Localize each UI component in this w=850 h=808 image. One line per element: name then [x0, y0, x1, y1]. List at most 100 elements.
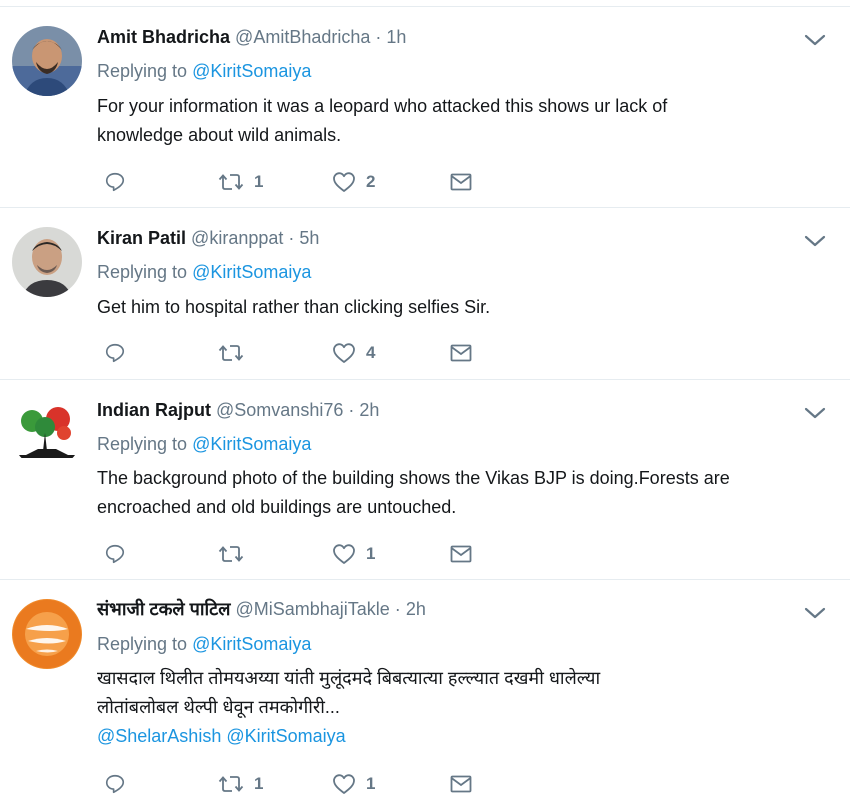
tweet-text-line: The background photo of the building sho… [97, 468, 730, 488]
tweet-header: Amit Bhadricha @AmitBhadricha · 1h [97, 25, 406, 49]
retweet-icon [218, 776, 244, 792]
separator-dot: · [348, 400, 355, 420]
display-name[interactable]: संभाजी टकले पाटिल [97, 599, 230, 619]
like-count: 4 [366, 343, 376, 362]
mention-link[interactable]: @KiritSomaiya [192, 61, 311, 81]
mention-link[interactable]: @KiritSomaiya [192, 634, 311, 654]
like-button[interactable]: 1 [332, 541, 375, 567]
reply-icon [105, 774, 125, 794]
tweet-text: खासदाल थिलीत तोमयअय्या यांती मुलूंदमदे ब… [97, 664, 797, 722]
mention-link[interactable]: @KiritSomaiya [192, 434, 311, 454]
user-handle[interactable]: @Somvanshi76 [216, 400, 343, 420]
display-name[interactable]: Kiran Patil [97, 228, 186, 248]
tweet-text-line: knowledge about wild animals. [97, 125, 342, 145]
heart-icon [333, 343, 355, 363]
reply-button[interactable] [104, 771, 126, 797]
tweet-mentions: @ShelarAshish @KiritSomaiya [97, 726, 346, 747]
envelope-icon [450, 344, 472, 362]
timestamp[interactable]: 2h [359, 400, 379, 420]
reply-icon [105, 172, 125, 192]
retweet-button[interactable]: 1 [218, 169, 263, 195]
avatar-image [12, 599, 82, 669]
retweet-button[interactable] [218, 541, 254, 567]
replying-to-label: Replying to [97, 634, 193, 654]
tweet-text-line: For your information it was a leopard wh… [97, 96, 668, 116]
separator-dot: · [394, 599, 401, 619]
mention-link[interactable]: @KiritSomaiya [192, 262, 311, 282]
like-button[interactable]: 1 [332, 771, 375, 797]
direct-message-button[interactable] [450, 541, 472, 567]
replying-to-label: Replying to [97, 262, 193, 282]
retweet-icon [218, 174, 244, 190]
avatar[interactable] [12, 227, 82, 297]
like-count: 2 [366, 172, 376, 191]
mention-links[interactable]: @ShelarAshish @KiritSomaiya [97, 726, 346, 746]
user-handle[interactable]: @AmitBhadricha [235, 27, 370, 47]
tweet-text-line: encroached and old buildings are untouch… [97, 497, 457, 517]
replying-to: Replying to @KiritSomaiya [97, 634, 311, 655]
user-handle[interactable]: @kiranppat [191, 228, 283, 248]
tweet[interactable]: Indian Rajput @Somvanshi76 · 2h Replying… [0, 380, 850, 580]
direct-message-button[interactable] [450, 169, 472, 195]
tweet[interactable]: Kiran Patil @kiranppat · 5h Replying to … [0, 208, 850, 380]
replying-to: Replying to @KiritSomaiya [97, 434, 311, 455]
display-name[interactable]: Amit Bhadricha [97, 27, 230, 47]
separator-dot: · [288, 228, 295, 248]
chevron-down-icon[interactable] [804, 406, 826, 420]
avatar-image [12, 227, 82, 297]
envelope-icon [450, 545, 472, 563]
reply-button[interactable] [104, 169, 126, 195]
tweet-text-line: Get him to hospital rather than clicking… [97, 297, 491, 317]
chevron-down-icon[interactable] [804, 606, 826, 620]
reply-icon [105, 343, 125, 363]
tweet-header: Kiran Patil @kiranppat · 5h [97, 226, 319, 250]
reply-feed: Amit Bhadricha @AmitBhadricha · 1h Reply… [0, 0, 850, 808]
replying-to-label: Replying to [97, 434, 193, 454]
tweet-header: संभाजी टकले पाटिल @MiSambhajiTakle · 2h [97, 597, 426, 621]
replying-to-label: Replying to [97, 61, 193, 81]
reply-button[interactable] [104, 541, 126, 567]
tweet-text: For your information it was a leopard wh… [97, 92, 797, 150]
tweet[interactable]: संभाजी टकले पाटिल @MiSambhajiTakle · 2h … [0, 580, 850, 808]
retweet-count: 1 [254, 774, 264, 793]
tweet-text: The background photo of the building sho… [97, 464, 797, 522]
retweet-button[interactable]: 1 [218, 771, 263, 797]
user-handle[interactable]: @MiSambhajiTakle [235, 599, 389, 619]
avatar-image [12, 26, 82, 96]
envelope-icon [450, 173, 472, 191]
replying-to: Replying to @KiritSomaiya [97, 262, 311, 283]
avatar[interactable] [12, 599, 82, 669]
envelope-icon [450, 775, 472, 793]
chevron-down-icon[interactable] [804, 234, 826, 248]
chevron-down-icon[interactable] [804, 33, 826, 47]
like-button[interactable]: 4 [332, 340, 375, 366]
heart-icon [333, 544, 355, 564]
tweet-text-line: लोतांबलोबल थेल्पी धेवून तमकोगीरी... [97, 697, 340, 717]
display-name[interactable]: Indian Rajput [97, 400, 211, 420]
avatar-image [12, 399, 82, 469]
replying-to: Replying to @KiritSomaiya [97, 61, 311, 82]
direct-message-button[interactable] [450, 340, 472, 366]
heart-icon [333, 774, 355, 794]
retweet-icon [218, 345, 244, 361]
tweet-text: Get him to hospital rather than clicking… [97, 293, 797, 322]
tweet[interactable]: Amit Bhadricha @AmitBhadricha · 1h Reply… [0, 7, 850, 208]
timestamp[interactable]: 1h [386, 27, 406, 47]
retweet-icon [218, 546, 244, 562]
like-button[interactable]: 2 [332, 169, 375, 195]
reply-icon [105, 544, 125, 564]
tweet-header: Indian Rajput @Somvanshi76 · 2h [97, 398, 379, 422]
tweet-text-line: खासदाल थिलीत तोमयअय्या यांती मुलूंदमदे ब… [97, 668, 601, 688]
separator-dot: · [375, 27, 382, 47]
timestamp[interactable]: 2h [406, 599, 426, 619]
direct-message-button[interactable] [450, 771, 472, 797]
like-count: 1 [366, 774, 376, 793]
retweet-count: 1 [254, 172, 264, 191]
reply-button[interactable] [104, 340, 126, 366]
like-count: 1 [366, 544, 376, 563]
avatar[interactable] [12, 399, 82, 469]
avatar[interactable] [12, 26, 82, 96]
heart-icon [333, 172, 355, 192]
timestamp[interactable]: 5h [299, 228, 319, 248]
retweet-button[interactable] [218, 340, 254, 366]
